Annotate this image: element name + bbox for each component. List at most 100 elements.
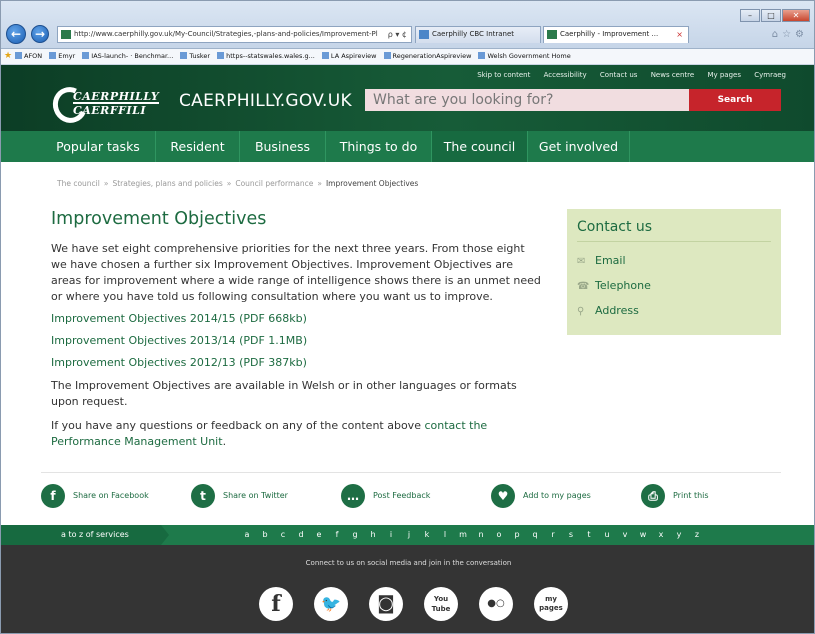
instagram-icon[interactable]: ◙ [369,587,403,621]
facebook-icon[interactable]: f [259,587,293,621]
breadcrumb-link[interactable]: Strategies, plans and policies [112,179,222,188]
back-icon[interactable]: ← [6,24,26,44]
pdf-link-2013-14[interactable]: Improvement Objectives 2013/14 (PDF 1.1M… [51,334,541,348]
address-tools[interactable]: ρ ▾ ¢ [388,27,407,42]
page-title: Improvement Objectives [51,209,267,229]
breadcrumb-link[interactable]: Council performance [235,179,313,188]
favorite-icon [217,52,225,59]
breadcrumb-link[interactable]: The council [57,179,100,188]
news-centre-link[interactable]: News centre [651,71,695,79]
tab-intranet[interactable]: Caerphilly CBC Intranet [415,26,541,43]
a-to-z-letter[interactable]: h [364,525,382,545]
nav-business[interactable]: Business [240,131,326,162]
close-button[interactable]: ✕ [782,9,810,22]
footer-social-text: Connect to us on social media and join i… [305,559,512,567]
a-to-z-letter[interactable]: p [508,525,526,545]
site-header: Skip to content Accessibility Contact us… [1,65,814,131]
printer-icon: ⎙ [641,484,665,508]
contact-email[interactable]: ✉ Email [577,248,771,273]
favorite-item[interactable]: https--statswales.wales.g... [217,52,315,60]
a-to-z-letter[interactable]: r [544,525,562,545]
accessibility-link[interactable]: Accessibility [544,71,587,79]
nav-things-to-do[interactable]: Things to do [326,131,432,162]
favorite-item[interactable]: Welsh Government Home [478,52,571,60]
a-to-z-letter[interactable]: k [418,525,436,545]
youtube-icon[interactable]: You Tube [424,587,458,621]
contact-us-link[interactable]: Contact us [600,71,638,79]
a-to-z-letter[interactable]: x [652,525,670,545]
a-to-z-letter[interactable]: e [310,525,328,545]
a-to-z-letter[interactable]: o [490,525,508,545]
site-favicon-icon [61,30,71,39]
site-name[interactable]: CAERPHILLY.GOV.UK [179,91,352,111]
minimize-button[interactable]: – [740,9,760,22]
heart-icon: ♥ [491,484,515,508]
search-button[interactable]: Search [689,89,781,111]
twitter-icon[interactable]: 🐦 [314,587,348,621]
a-to-z-letter[interactable]: y [670,525,688,545]
a-to-z-letters: abcdefghijklmnopqrstuvwxyz [238,525,706,545]
a-to-z-letter[interactable]: m [454,525,472,545]
a-to-z-label[interactable]: a to z of services [1,525,169,545]
location-pin-icon: ⚲ [577,306,585,317]
envelope-icon: ✉ [577,256,586,267]
contact-telephone[interactable]: ☎ Telephone [577,273,771,298]
a-to-z-letter[interactable]: z [688,525,706,545]
a-to-z-letter[interactable]: d [292,525,310,545]
council-logo[interactable]: CAERPHILLY CAERFFILI [47,82,163,128]
a-to-z-letter[interactable]: j [400,525,418,545]
favorite-item[interactable]: AFON [15,52,42,60]
favorite-icon [180,52,188,59]
a-to-z-letter[interactable]: b [256,525,274,545]
tab-label: Caerphilly - Improvement ... [560,30,659,38]
nav-resident[interactable]: Resident [156,131,240,162]
nav-get-involved[interactable]: Get involved [528,131,630,162]
main-content: Improvement Objectives We have set eight… [51,209,541,458]
address-bar[interactable]: http://www.caerphilly.gov.uk/My-Council/… [57,26,412,43]
intro-paragraph: We have set eight comprehensive prioriti… [51,242,541,303]
flickr-icon[interactable]: ●○ [479,587,513,621]
a-to-z-letter[interactable]: w [634,525,652,545]
share-bar: f Share on Facebook t Share on Twitter … Po… [41,472,781,516]
skip-to-content-link[interactable]: Skip to content [477,71,530,79]
browser-tool-icons[interactable]: ⌂☆⚙ [772,29,808,40]
favorite-item[interactable]: Tusker [180,52,210,60]
address-text: http://www.caerphilly.gov.uk/My-Council/… [74,30,378,38]
favorite-item[interactable]: IAS-launch- · Benchmar... [82,52,173,60]
my-pages-link[interactable]: My pages [707,71,741,79]
favorites-star-icon[interactable]: ★ [4,49,12,64]
forward-icon[interactable]: → [31,25,49,43]
maximize-button[interactable]: □ [761,9,781,22]
a-to-z-letter[interactable]: g [346,525,364,545]
nav-the-council[interactable]: The council [432,131,528,162]
contact-address[interactable]: ⚲ Address [577,298,771,323]
cymraeg-link[interactable]: Cymraeg [754,71,786,79]
favorite-item[interactable]: RegenerationAspireview [383,52,471,60]
top-links: Skip to content Accessibility Contact us… [466,71,786,79]
favorite-item[interactable]: LA Aspireview [321,52,376,60]
browser-titlebar: – □ ✕ ← → http://www.caerphilly.gov.uk/My-… [1,1,814,49]
logo-text-welsh: CAERFFILI [73,104,146,117]
a-to-z-letter[interactable]: t [580,525,598,545]
a-to-z-letter[interactable]: a [238,525,256,545]
search-input[interactable]: What are you looking for? [365,89,689,111]
a-to-z-letter[interactable]: q [526,525,544,545]
pdf-link-2014-15[interactable]: Improvement Objectives 2014/15 (PDF 668k… [51,312,541,326]
nav-popular-tasks[interactable]: Popular tasks [41,131,156,162]
my-pages-icon[interactable]: my pages [534,587,568,621]
a-to-z-letter[interactable]: u [598,525,616,545]
pdf-link-2012-13[interactable]: Improvement Objectives 2012/13 (PDF 387k… [51,356,541,370]
a-to-z-letter[interactable]: v [616,525,634,545]
a-to-z-letter[interactable]: f [328,525,346,545]
favorite-item[interactable]: Emyr [49,52,75,60]
tab-caerphilly[interactable]: Caerphilly - Improvement ... × [543,26,689,43]
footer: Connect to us on social media and join i… [1,545,814,633]
ie-tab-icon [419,30,429,39]
window-controls: – □ ✕ [739,3,810,22]
a-to-z-letter[interactable]: i [382,525,400,545]
a-to-z-letter[interactable]: c [274,525,292,545]
tab-close-icon[interactable]: × [676,27,683,42]
a-to-z-letter[interactable]: l [436,525,454,545]
a-to-z-letter[interactable]: n [472,525,490,545]
a-to-z-letter[interactable]: s [562,525,580,545]
